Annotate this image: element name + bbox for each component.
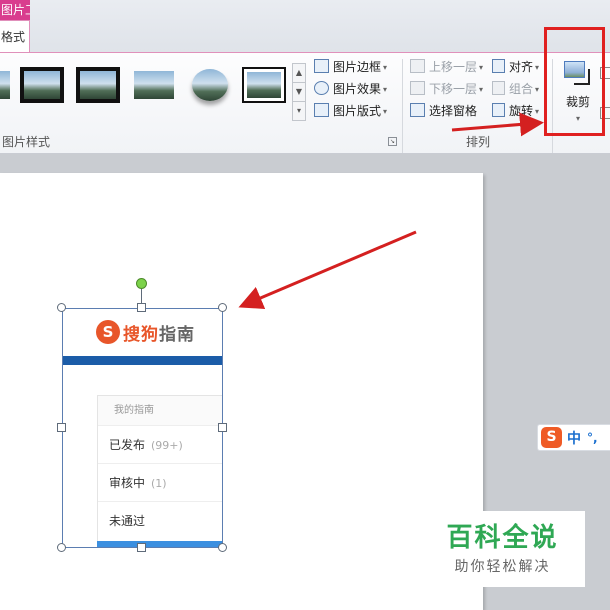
bring-forward-button[interactable]: 上移一层 ▾ (410, 57, 483, 77)
rotation-handle[interactable] (136, 278, 147, 289)
resize-handle-bottom[interactable] (137, 543, 146, 552)
send-backward-button[interactable]: 下移一层 ▾ (410, 79, 483, 99)
watermark-title: 百科全说 (446, 523, 559, 553)
ime-punct-toggle[interactable]: °, (587, 431, 598, 445)
ribbon-tab-strip: 图片工具 格式 (0, 0, 610, 53)
list-item: 审核中 (1) (98, 464, 222, 502)
resize-handle-top-right[interactable] (218, 303, 227, 312)
style-thumb-1[interactable] (0, 67, 14, 103)
picture-tools-context-tab: 图片工具 (0, 0, 30, 20)
bring-forward-icon (410, 59, 425, 73)
ime-mode-toggle[interactable]: 中 (567, 428, 581, 448)
selection-pane-icon (410, 103, 425, 117)
resize-handle-left[interactable] (57, 423, 66, 432)
list-item: 未通过 (109, 514, 146, 528)
selected-picture[interactable]: S 搜狗指南 我的指南 已发布 (99+) 审核中 (1) 未通过 (62, 308, 223, 548)
send-backward-icon (410, 81, 425, 95)
picture-styles-gallery: ▲ ▼ ▾ (0, 61, 306, 123)
resize-handle-right[interactable] (218, 423, 227, 432)
picture-layout-button[interactable]: 图片版式 ▾ (314, 101, 387, 121)
align-icon (492, 59, 505, 73)
picture-layout-icon (314, 103, 329, 117)
gallery-scrollbar[interactable]: ▲ ▼ ▾ (292, 63, 306, 121)
pencil-border-icon (314, 59, 329, 73)
sogou-ime-icon[interactable]: S (541, 427, 562, 448)
watermark-subtitle: 助你轻松解决 (454, 559, 551, 575)
header-band (63, 356, 222, 365)
picture-effects-icon (314, 81, 329, 95)
resize-handle-top[interactable] (137, 303, 146, 312)
picture-styles-group-label: 图片样式 (2, 135, 51, 149)
menu-title: 我的指南 (98, 396, 222, 426)
resize-handle-bottom-left[interactable] (57, 543, 66, 552)
sogou-logo-icon: S (96, 320, 120, 344)
ime-toolbar[interactable]: S 中 °, (537, 424, 610, 451)
footer-band (97, 541, 222, 547)
style-thumb-6[interactable] (242, 67, 286, 103)
ribbon-format-panel: ▲ ▼ ▾ 图片样式 ↘ 图片边框 ▾ 图片效果 ▾ 图片版式 ▾ 上移一层 ▾ 下移一… (0, 52, 610, 154)
style-thumb-4[interactable] (132, 67, 176, 103)
guide-menu-card: 我的指南 已发布 (99+) 审核中 (1) 未通过 (97, 395, 222, 545)
selection-pane-button[interactable]: 选择窗格 (410, 101, 477, 121)
group-separator (402, 59, 403, 153)
arrange-group-label: 排列 (466, 135, 491, 149)
picture-effects-button[interactable]: 图片效果 ▾ (314, 79, 387, 99)
watermark: 百科全说 助你轻松解决 (420, 511, 585, 587)
gallery-more-icon[interactable]: ▾ (293, 102, 305, 121)
style-thumb-5[interactable] (188, 67, 232, 103)
align-button[interactable]: 对齐 ▾ (492, 57, 539, 77)
rotate-icon (492, 103, 505, 117)
tab-format[interactable]: 格式 (0, 20, 30, 53)
style-thumb-3[interactable] (76, 67, 120, 103)
resize-handle-top-left[interactable] (57, 303, 66, 312)
gallery-up-icon[interactable]: ▲ (293, 64, 305, 83)
crop-highlight-box (544, 27, 605, 136)
group-icon (492, 81, 505, 95)
group-objects-button[interactable]: 组合 ▾ (492, 79, 539, 99)
rotate-button[interactable]: 旋转 ▾ (492, 101, 539, 121)
style-thumb-2[interactable] (20, 67, 64, 103)
picture-border-button[interactable]: 图片边框 ▾ (314, 57, 387, 77)
picture-styles-dialog-launcher-icon[interactable]: ↘ (388, 137, 397, 146)
resize-handle-bottom-right[interactable] (218, 543, 227, 552)
list-item: 已发布 (99+) (98, 426, 222, 464)
gallery-down-icon[interactable]: ▼ (293, 83, 305, 102)
sogou-guide-logo: S 搜狗指南 (96, 319, 195, 345)
